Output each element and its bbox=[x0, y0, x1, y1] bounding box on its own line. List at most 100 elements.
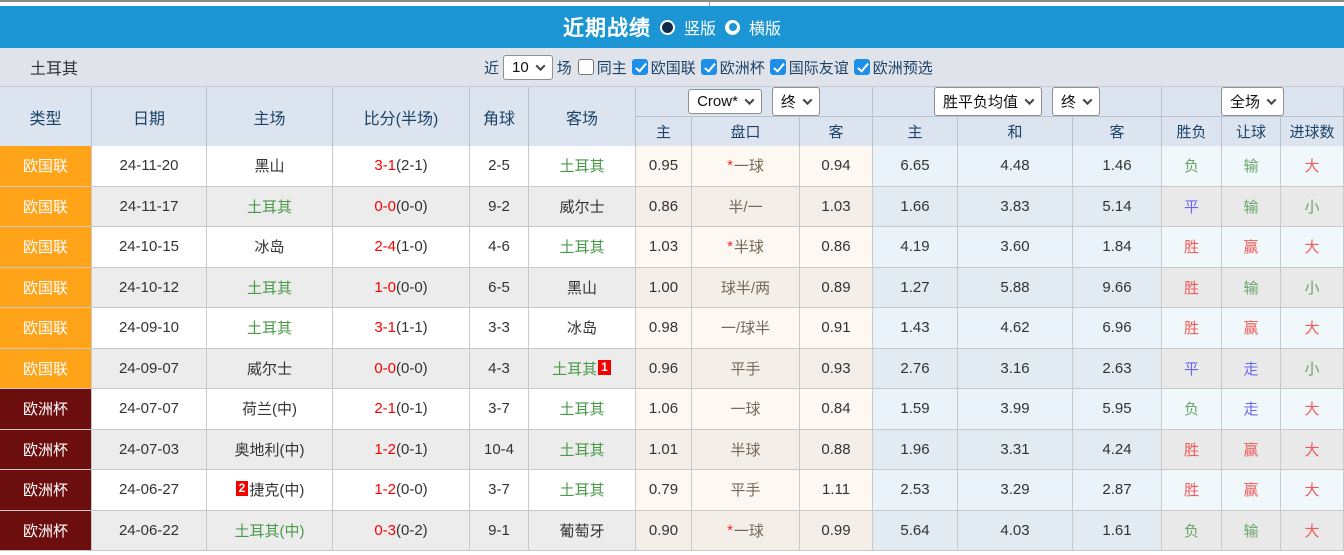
result-goals-text: 大 bbox=[1304, 320, 1320, 338]
handicap-line: 平手 bbox=[692, 348, 800, 389]
match-row: 欧国联 24-10-12 土耳其 1-0 (0-0) 6-5 黑山 1.00 球半/两 0.89 1… bbox=[0, 267, 1344, 308]
result-handicap-text: 输 bbox=[1243, 522, 1259, 540]
mean-away: 5.14 bbox=[1073, 186, 1162, 227]
mean-home: 1.66 bbox=[873, 186, 958, 227]
result-wdl-text: 胜 bbox=[1183, 320, 1199, 338]
mean-draw: 3.83 bbox=[958, 186, 1073, 227]
result-handicap: 输 bbox=[1222, 510, 1281, 551]
mean-home: 5.64 bbox=[873, 510, 958, 551]
away-team[interactable]: 葡萄牙 bbox=[529, 510, 636, 551]
mean-time-value: 终 bbox=[1061, 94, 1077, 111]
horizontal-layout-label[interactable]: 横版 bbox=[749, 15, 781, 39]
home-team-name: 土耳其 bbox=[246, 320, 292, 338]
corners: 9-1 bbox=[470, 510, 529, 551]
home-team[interactable]: 2 捷克(中) bbox=[207, 470, 333, 511]
halftime-score: (0-1) bbox=[396, 440, 428, 458]
horizontal-layout-radio[interactable] bbox=[725, 19, 740, 35]
result-goals: 大 bbox=[1281, 308, 1344, 349]
match-date: 24-07-07 bbox=[92, 389, 207, 430]
home-team[interactable]: 土耳其 bbox=[207, 186, 333, 227]
away-team[interactable]: 威尔士 bbox=[529, 186, 636, 227]
match-score[interactable]: 0-0 (0-0) bbox=[333, 186, 470, 227]
result-wdl-text: 平 bbox=[1183, 198, 1199, 216]
subcol-line: 盘口 bbox=[692, 117, 800, 147]
result-goals-text: 大 bbox=[1304, 239, 1320, 257]
filter-checkbox-国际友谊[interactable] bbox=[769, 59, 786, 75]
match-type-badge: 欧洲杯 bbox=[0, 510, 92, 551]
result-goals-text: 小 bbox=[1304, 279, 1320, 297]
bottom-strip bbox=[0, 551, 1344, 555]
result-wdl-text: 胜 bbox=[1183, 239, 1199, 257]
away-team[interactable]: 土耳其 bbox=[529, 429, 636, 470]
filter-checkbox-label: 欧国联 bbox=[650, 59, 696, 77]
result-wdl-text: 负 bbox=[1183, 158, 1199, 176]
home-team[interactable]: 土耳其 bbox=[207, 267, 333, 308]
home-team[interactable]: 土耳其(中) bbox=[207, 510, 333, 551]
mean-home: 1.43 bbox=[873, 308, 958, 349]
home-team[interactable]: 土耳其 bbox=[207, 308, 333, 349]
match-type-badge: 欧洲杯 bbox=[0, 389, 92, 430]
home-team[interactable]: 冰岛 bbox=[207, 227, 333, 268]
result-goals-text: 小 bbox=[1304, 198, 1320, 216]
fulltime-score: 1-0 bbox=[374, 278, 396, 296]
handicap-line-text: 半/一 bbox=[728, 198, 763, 216]
match-score[interactable]: 2-1 (0-1) bbox=[333, 389, 470, 430]
match-score[interactable]: 1-0 (0-0) bbox=[333, 267, 470, 308]
away-team[interactable]: 黑山 bbox=[529, 267, 636, 308]
away-team[interactable]: 冰岛 bbox=[529, 308, 636, 349]
table-header: 类型 日期 主场 比分(半场) 角球 客场 Crow* 终 胜平负均值 终 全场… bbox=[0, 86, 1344, 147]
match-score[interactable]: 0-0 (0-0) bbox=[333, 348, 470, 389]
mean-home: 2.53 bbox=[873, 470, 958, 511]
away-team[interactable]: 土耳其 bbox=[529, 470, 636, 511]
near-count-select[interactable]: 10 bbox=[503, 54, 553, 80]
filter-checkbox-同主[interactable] bbox=[577, 59, 594, 75]
handicap-line: * 半球 bbox=[692, 227, 800, 268]
filter-checkbox-欧洲预选[interactable] bbox=[853, 59, 870, 75]
mean-away: 6.96 bbox=[1073, 308, 1162, 349]
filter-checkbox-欧洲杯[interactable] bbox=[700, 59, 717, 75]
odds-provider-select[interactable]: Crow* bbox=[688, 89, 762, 114]
away-team[interactable]: 土耳其 1 bbox=[529, 348, 636, 389]
subcol-odds-home: 主 bbox=[636, 117, 692, 147]
home-team[interactable]: 黑山 bbox=[207, 146, 333, 187]
filter-checkbox-欧国联[interactable] bbox=[631, 59, 648, 75]
odds-home: 0.98 bbox=[636, 308, 692, 349]
match-type-badge: 欧国联 bbox=[0, 267, 92, 308]
home-team[interactable]: 奥地利(中) bbox=[207, 429, 333, 470]
odds-home: 1.00 bbox=[636, 267, 692, 308]
match-score[interactable]: 3-1 (2-1) bbox=[333, 146, 470, 187]
match-type-badge: 欧国联 bbox=[0, 308, 92, 349]
match-score[interactable]: 2-4 (1-0) bbox=[333, 227, 470, 268]
scope-select[interactable]: 全场 bbox=[1220, 87, 1284, 116]
match-date: 24-10-12 bbox=[92, 267, 207, 308]
result-goals: 大 bbox=[1281, 470, 1344, 511]
fulltime-score: 1-2 bbox=[374, 481, 396, 499]
result-handicap-text: 赢 bbox=[1243, 239, 1259, 257]
match-score[interactable]: 0-3 (0-2) bbox=[333, 510, 470, 551]
vertical-layout-label[interactable]: 竖版 bbox=[684, 15, 716, 39]
mean-home: 1.59 bbox=[873, 389, 958, 430]
away-team[interactable]: 土耳其 bbox=[529, 227, 636, 268]
vertical-layout-radio[interactable] bbox=[659, 19, 675, 35]
match-score[interactable]: 1-2 (0-1) bbox=[333, 429, 470, 470]
match-score[interactable]: 3-1 (1-1) bbox=[333, 308, 470, 349]
home-team[interactable]: 威尔士 bbox=[207, 348, 333, 389]
result-goals: 大 bbox=[1281, 510, 1344, 551]
near-label: 近 bbox=[484, 59, 500, 77]
home-team[interactable]: 荷兰(中) bbox=[207, 389, 333, 430]
odds-time-value: 终 bbox=[780, 94, 796, 111]
odds-away: 1.11 bbox=[800, 470, 873, 511]
away-team[interactable]: 土耳其 bbox=[529, 146, 636, 187]
halftime-score: (0-0) bbox=[396, 359, 428, 377]
match-date: 24-06-27 bbox=[92, 470, 207, 511]
result-handicap: 输 bbox=[1222, 186, 1281, 227]
result-goals-text: 小 bbox=[1304, 360, 1320, 378]
match-score[interactable]: 1-2 (0-0) bbox=[333, 470, 470, 511]
result-handicap-text: 赢 bbox=[1243, 482, 1259, 500]
mean-type-select[interactable]: 胜平负均值 bbox=[933, 87, 1042, 116]
away-team-name: 土耳其 bbox=[559, 158, 605, 176]
games-label: 场 bbox=[556, 59, 572, 77]
mean-time-select[interactable]: 终 bbox=[1052, 87, 1101, 116]
odds-time-select[interactable]: 终 bbox=[771, 87, 820, 116]
away-team[interactable]: 土耳其 bbox=[529, 389, 636, 430]
